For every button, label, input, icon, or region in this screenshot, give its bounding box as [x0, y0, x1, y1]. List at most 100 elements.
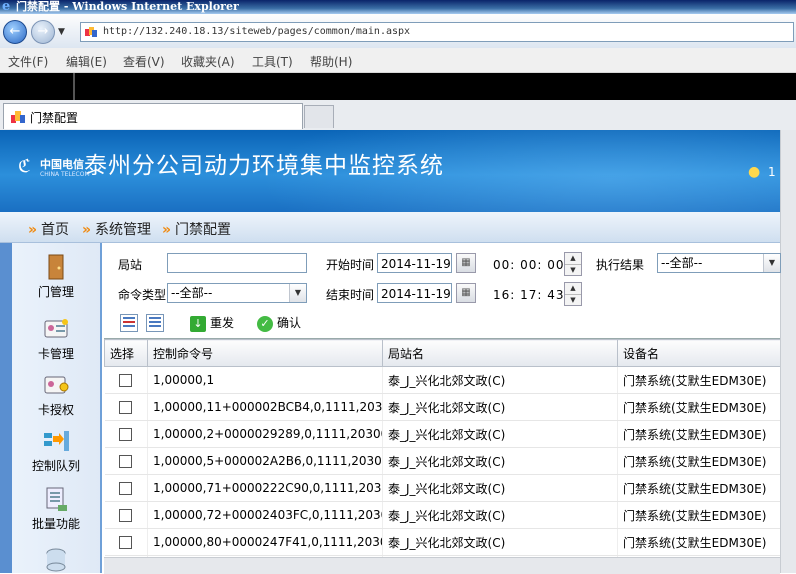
tab-door-config[interactable]: 门禁配置 — [3, 103, 303, 129]
forward-button[interactable]: → — [31, 20, 55, 44]
menu-edit[interactable]: 编辑(E) — [66, 53, 107, 70]
row-checkbox-cell[interactable] — [105, 529, 148, 556]
nav-door-management[interactable]: 门管理 — [12, 253, 100, 300]
start-time-label: 开始时间 — [326, 256, 374, 273]
horizontal-scrollbar[interactable] — [104, 557, 780, 574]
address-field[interactable]: http://132.240.18.13/siteweb/pages/commo… — [80, 22, 794, 42]
device-cell: 门禁系统(艾默生EDM30E) — [618, 448, 781, 475]
deselect-all-icon[interactable] — [146, 314, 164, 332]
device-cell: 门禁系统(艾默生EDM30E) — [618, 367, 781, 394]
start-time-spinner[interactable]: ▲▼ — [564, 252, 582, 276]
command-cell: 1,00000,11+000002BCB4,0,1111,2030010 — [148, 394, 383, 421]
menu-favorites[interactable]: 收藏夹(A) — [181, 53, 235, 70]
nav-card-authorization[interactable]: 卡授权 — [12, 371, 100, 418]
command-type-select[interactable]: --全部-- ▼ — [167, 283, 307, 303]
row-checkbox-cell[interactable] — [105, 475, 148, 502]
station-cell: 泰_J_兴化北郊文政(C) — [383, 394, 618, 421]
door-icon — [42, 253, 70, 281]
tab-label: 门禁配置 — [30, 109, 78, 126]
station-input[interactable] — [167, 253, 307, 273]
end-time-input[interactable]: 16: 17: 43 — [493, 288, 565, 302]
spinner-down-icon[interactable]: ▼ — [565, 264, 581, 276]
start-time-input[interactable]: 00: 00: 00 — [493, 258, 565, 272]
device-cell: 门禁系统(艾默生EDM30E) — [618, 529, 781, 556]
station-cell: 泰_J_兴化北郊文政(C) — [383, 529, 618, 556]
user-label: 1 — [768, 165, 776, 179]
menu-view[interactable]: 查看(V) — [123, 53, 165, 70]
user-icon[interactable]: ● — [748, 164, 764, 180]
nav-batch-functions[interactable]: 批量功能 — [12, 485, 100, 532]
row-checkbox-cell[interactable] — [105, 502, 148, 529]
table-row[interactable]: 1,00000,1泰_J_兴化北郊文政(C)门禁系统(艾默生EDM30E) — [105, 367, 781, 394]
menu-help[interactable]: 帮助(H) — [310, 53, 352, 70]
row-checkbox-cell[interactable] — [105, 367, 148, 394]
breadcrumb-home[interactable]: »首页 — [28, 219, 69, 239]
vertical-scrollbar[interactable] — [780, 130, 796, 573]
resend-button[interactable]: ↓重发 — [190, 314, 234, 332]
id-card-icon — [42, 315, 70, 343]
table-row[interactable]: 1,00000,2+0000029289,0,1111,2030010泰_J_兴… — [105, 421, 781, 448]
table-row[interactable]: 1,00000,5+000002A2B6,0,1111,2030010泰_J_兴… — [105, 448, 781, 475]
table-row[interactable]: 1,00000,72+00002403FC,0,1111,2030010泰_J_… — [105, 502, 781, 529]
end-date-input[interactable]: 2014-11-19 — [377, 283, 452, 303]
logo-text: 中国电信 — [40, 156, 84, 172]
new-tab-button[interactable] — [304, 105, 334, 128]
back-button[interactable]: ← — [3, 20, 27, 44]
device-cell: 门禁系统(艾默生EDM30E) — [618, 421, 781, 448]
command-cell: 1,00000,1 — [148, 367, 383, 394]
breadcrumb: »首页 »系统管理 »门禁配置 — [0, 212, 780, 243]
toolbar-band — [0, 73, 796, 100]
column-header-device[interactable]: 设备名 — [618, 340, 781, 367]
column-header-select[interactable]: 选择 — [105, 340, 148, 367]
start-date-input[interactable]: 2014-11-19 — [377, 253, 452, 273]
menu-bar: 文件(F) 编辑(E) 查看(V) 收藏夹(A) 工具(T) 帮助(H) — [0, 48, 796, 73]
ie-logo-icon: e — [2, 1, 14, 13]
check-icon: ✓ — [257, 316, 273, 332]
calendar-icon[interactable]: ▦ — [456, 283, 476, 303]
logo-subtext: CHINA TELECOM — [40, 171, 90, 178]
chevron-down-icon[interactable]: ▼ — [763, 254, 780, 272]
table-row[interactable]: 1,00000,80+0000247F41,0,1111,2030010泰_J_… — [105, 529, 781, 556]
result-select[interactable]: --全部-- ▼ — [657, 253, 781, 273]
command-type-label: 命令类型 — [118, 286, 166, 303]
address-url: http://132.240.18.13/siteweb/pages/commo… — [103, 23, 410, 41]
spinner-up-icon[interactable]: ▲ — [565, 283, 581, 294]
row-checkbox[interactable] — [119, 428, 132, 441]
select-all-icon[interactable] — [120, 314, 138, 332]
calendar-icon[interactable]: ▦ — [456, 253, 476, 273]
device-cell: 门禁系统(艾默生EDM30E) — [618, 394, 781, 421]
nav-card-management[interactable]: 卡管理 — [12, 315, 100, 362]
row-checkbox[interactable] — [119, 509, 132, 522]
menu-tools[interactable]: 工具(T) — [252, 53, 293, 70]
row-checkbox[interactable] — [119, 482, 132, 495]
spinner-up-icon[interactable]: ▲ — [565, 253, 581, 264]
table-row[interactable]: 1,00000,11+000002BCB4,0,1111,2030010泰_J_… — [105, 394, 781, 421]
main-panel: 局站 开始时间 2014-11-19 ▦ 00: 00: 00 ▲▼ 执行结果 … — [104, 243, 780, 573]
column-header-station[interactable]: 局站名 — [383, 340, 618, 367]
row-checkbox[interactable] — [119, 401, 132, 414]
command-table: 选择 控制命令号 局站名 设备名 1,00000,1泰_J_兴化北郊文政(C)门… — [104, 338, 780, 574]
system-banner: ℭ 中国电信 CHINA TELECOM 泰州分公司动力环境集中监控系统 ● 1 — [0, 130, 780, 212]
row-checkbox[interactable] — [119, 536, 132, 549]
row-checkbox[interactable] — [119, 374, 132, 387]
spinner-down-icon[interactable]: ▼ — [565, 294, 581, 306]
breadcrumb-system-admin[interactable]: »系统管理 — [82, 219, 151, 239]
chevron-down-icon[interactable]: ▼ — [289, 284, 306, 302]
row-checkbox[interactable] — [119, 455, 132, 468]
database-icon — [42, 545, 70, 573]
history-dropdown-icon[interactable]: ▼ — [58, 27, 65, 37]
nav-control-queue[interactable]: 控制队列 — [12, 427, 100, 474]
page-icon — [84, 25, 98, 39]
left-nav: 门管理 卡管理 卡授权 控制队列 批量功能 — [0, 243, 102, 573]
row-checkbox-cell[interactable] — [105, 421, 148, 448]
nav-more[interactable] — [12, 545, 100, 573]
command-cell: 1,00000,72+00002403FC,0,1111,2030010 — [148, 502, 383, 529]
command-cell: 1,00000,71+0000222C90,0,1111,2030010 — [148, 475, 383, 502]
row-checkbox-cell[interactable] — [105, 394, 148, 421]
menu-file[interactable]: 文件(F) — [8, 53, 48, 70]
table-row[interactable]: 1,00000,71+0000222C90,0,1111,2030010泰_J_… — [105, 475, 781, 502]
row-checkbox-cell[interactable] — [105, 448, 148, 475]
column-header-command[interactable]: 控制命令号 — [148, 340, 383, 367]
end-time-spinner[interactable]: ▲▼ — [564, 282, 582, 306]
confirm-button[interactable]: ✓确认 — [257, 314, 301, 332]
